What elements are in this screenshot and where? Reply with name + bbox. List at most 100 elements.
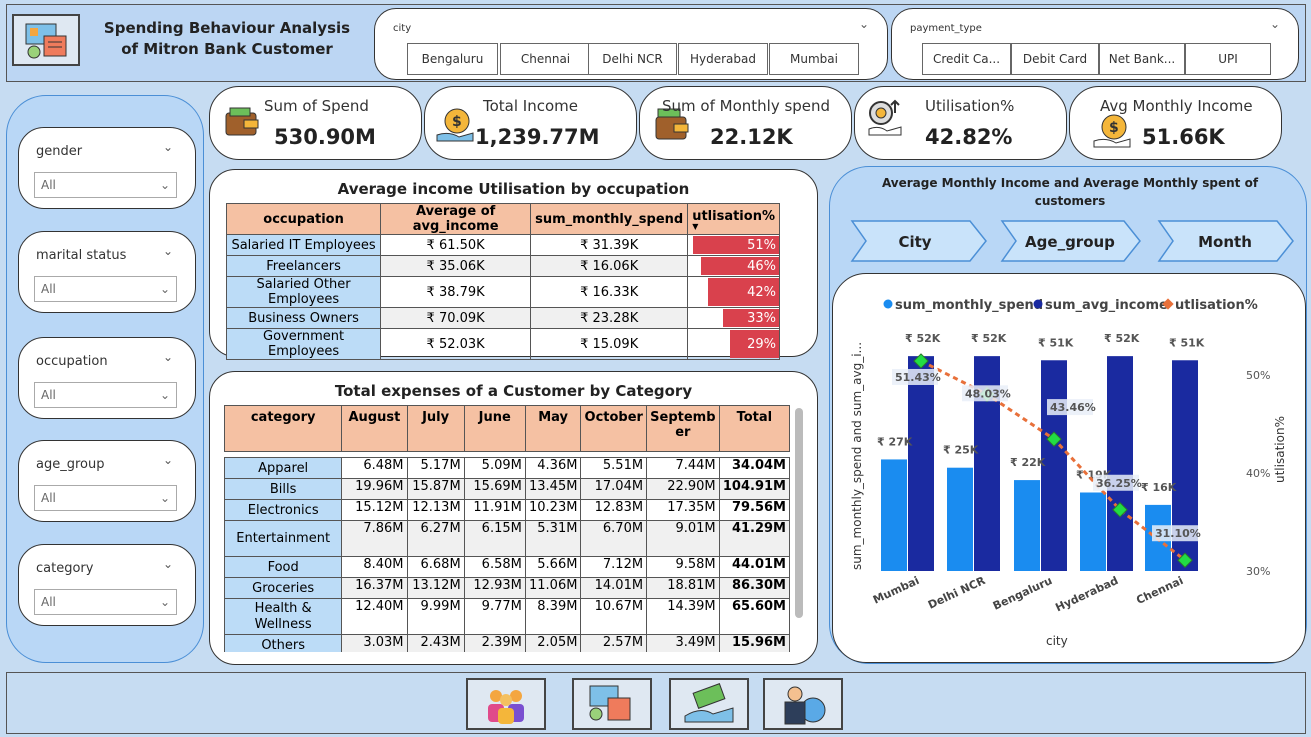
legend-sum_monthly_spend-label: sum_monthly_spend [895, 298, 1043, 313]
expense-table-scrollbar[interactable] [795, 408, 803, 618]
expense-value-cell: 104.91M [718, 478, 790, 500]
utilisation-cell: 42% [687, 276, 780, 308]
col-july[interactable]: July [406, 405, 465, 452]
income-data-label: ₹ 51K [1169, 336, 1205, 349]
col-avg-income[interactable]: Average of avg_income [380, 203, 532, 235]
svg-text:Month: Month [1198, 233, 1252, 251]
occupation-dropdown[interactable]: All ⌄ [34, 382, 177, 408]
money-handshake-icon[interactable] [669, 678, 749, 730]
expense-value-cell: 8.39M [524, 598, 582, 635]
chevron-down-icon[interactable]: ⌄ [163, 350, 173, 364]
occupation-cell: Salaried Other Employees [225, 276, 382, 308]
utilisation-data-label: 48.03% [965, 387, 1011, 400]
chevron-down-icon[interactable]: ⌄ [163, 557, 173, 571]
table-row[interactable]: Food 8.40M 6.68M 6.58M 5.66M 7.12M 9.58M 44.01M [224, 556, 790, 578]
y2-tick-label: 50% [1246, 369, 1270, 382]
table-row[interactable]: Freelancers ₹ 35.06K ₹ 16.06K 46% [225, 255, 780, 277]
businessman-globe-icon[interactable] [763, 678, 843, 730]
expense-value-cell: 2.05M [524, 634, 582, 652]
occupation-cell: Salaried IT Employees [225, 234, 382, 256]
people-icon[interactable] [466, 678, 546, 730]
payment-option-upi[interactable]: UPI [1185, 43, 1271, 75]
col-utilisation[interactable]: utlisation% ▼ [687, 203, 780, 235]
city-option-mumbai[interactable]: Mumbai [769, 43, 859, 75]
payment-type-slicer: payment_type ⌄ Credit Ca... Debit Card N… [891, 8, 1299, 80]
chevron-down-icon[interactable]: ⌄ [163, 453, 173, 467]
bank-customer-icon[interactable] [572, 678, 652, 730]
avg-income-cell: ₹ 35.06K [380, 255, 532, 277]
col-august[interactable]: August [341, 405, 408, 452]
table-row[interactable]: Groceries 16.37M 13.12M 12.93M 11.06M 14.01M 1… [224, 577, 790, 599]
city-option-bengaluru[interactable]: Bengaluru [407, 43, 498, 75]
col-total[interactable]: Total [718, 405, 790, 452]
col-monthly-spend[interactable]: sum_monthly_spend [530, 203, 689, 235]
expense-table-title: Total expenses of a Customer by Category [334, 382, 693, 400]
bottom-nav-bar [6, 672, 1306, 734]
age-group-button[interactable]: Age_group [1000, 217, 1144, 265]
category-cell: Electronics [224, 499, 343, 521]
marital-status-dropdown[interactable]: All ⌄ [34, 276, 177, 302]
expense-value-cell: 6.58M [463, 556, 526, 578]
expense-value-cell: 10.23M [524, 499, 582, 521]
col-june[interactable]: June [463, 405, 526, 452]
age-group-dropdown[interactable]: All ⌄ [34, 485, 177, 511]
table-row[interactable]: Business Owners ₹ 70.09K ₹ 23.28K 33% [225, 307, 780, 329]
expense-value-cell: 79.56M [718, 499, 790, 521]
expense-value-cell: 8.40M [341, 556, 408, 578]
col-september[interactable]: Septemb er [646, 405, 720, 452]
table-row[interactable]: Government Employees ₹ 52.03K ₹ 15.09K 29% [225, 328, 780, 360]
table-row[interactable]: Salaried IT Employees ₹ 61.50K ₹ 31.39K 51% [225, 234, 780, 256]
chevron-down-icon[interactable]: ⌄ [163, 140, 173, 154]
expense-value-cell: 65.60M [718, 598, 790, 635]
expense-value-cell: 11.06M [524, 577, 582, 599]
occupation-cell: Government Employees [225, 328, 382, 360]
table-row[interactable]: Bills 19.96M 15.87M 15.69M 13.45M 17.04M 22.90… [224, 478, 790, 500]
city-option-delhi[interactable]: Delhi NCR [588, 43, 677, 75]
money-bag-hand-icon: $ [436, 108, 474, 142]
category-expenses-panel: Total expenses of a Customer by Category… [209, 371, 818, 665]
table-row[interactable]: Salaried Other Employees ₹ 38.79K ₹ 16.33K… [225, 276, 780, 308]
col-may[interactable]: May [524, 405, 582, 452]
gender-dropdown[interactable]: All ⌄ [34, 172, 177, 198]
payment-option-credit[interactable]: Credit Ca... [922, 43, 1011, 75]
utilisation-cell: 51% [687, 234, 780, 256]
expense-value-cell: 6.27M [406, 520, 465, 557]
table-row[interactable]: Entertainment 7.86M 6.27M 6.15M 5.31M 6.70M 9.… [224, 520, 790, 557]
coin-gear-icon [868, 99, 902, 136]
month-button[interactable]: Month [1157, 217, 1297, 265]
expense-value-cell: 6.48M [341, 457, 408, 479]
y2-tick-label: 30% [1246, 565, 1270, 578]
table-row[interactable]: Health & Wellness 12.40M 9.99M 9.77M 8.39M 10… [224, 598, 790, 635]
col-occupation[interactable]: occupation [225, 203, 382, 235]
x-tick-label: Chennai [1134, 574, 1185, 607]
table-row[interactable]: Others 3.03M 2.43M 2.39M 2.05M 2.57M 3.49M 15.9… [224, 634, 790, 652]
x-tick-label: Hyderabad [1053, 574, 1120, 614]
chevron-down-icon[interactable]: ⌄ [1270, 17, 1280, 31]
expense-value-cell: 19.96M [341, 478, 408, 500]
payment-option-netbank[interactable]: Net Bank... [1099, 43, 1185, 75]
expense-value-cell: 14.39M [646, 598, 720, 635]
x-tick-label: Bengaluru [991, 574, 1054, 613]
chevron-down-icon[interactable]: ⌄ [163, 244, 173, 258]
col-october[interactable]: October [580, 405, 648, 452]
expense-value-cell: 44.01M [718, 556, 790, 578]
category-cell: Food [224, 556, 343, 578]
category-dropdown[interactable]: All ⌄ [34, 589, 177, 615]
chevron-down-icon[interactable]: ⌄ [859, 17, 869, 31]
city-option-hyderabad[interactable]: Hyderabad [678, 43, 768, 75]
expense-value-cell: 7.12M [580, 556, 648, 578]
city-button[interactable]: City [850, 217, 990, 265]
bank-logo-icon [12, 14, 80, 66]
expense-value-cell: 17.04M [580, 478, 648, 500]
col-category[interactable]: category [224, 405, 343, 452]
filter-category: category ⌄ All ⌄ [18, 544, 196, 626]
expense-value-cell: 15.87M [406, 478, 465, 500]
kpi-monthly-spend: Sum of Monthly spend 22.12K [639, 86, 852, 160]
city-option-chennai[interactable]: Chennai [500, 43, 591, 75]
expense-value-cell: 6.15M [463, 520, 526, 557]
table-row[interactable]: Electronics 15.12M 12.13M 11.91M 10.23M 12.83… [224, 499, 790, 521]
payment-option-debit[interactable]: Debit Card [1011, 43, 1099, 75]
monthly-spend-cell: ₹ 31.39K [530, 234, 689, 256]
money-bag-hand-icon: $ [1093, 114, 1131, 148]
table-row[interactable]: Apparel 6.48M 5.17M 5.09M 4.36M 5.51M 7.44M 34.… [224, 457, 790, 479]
